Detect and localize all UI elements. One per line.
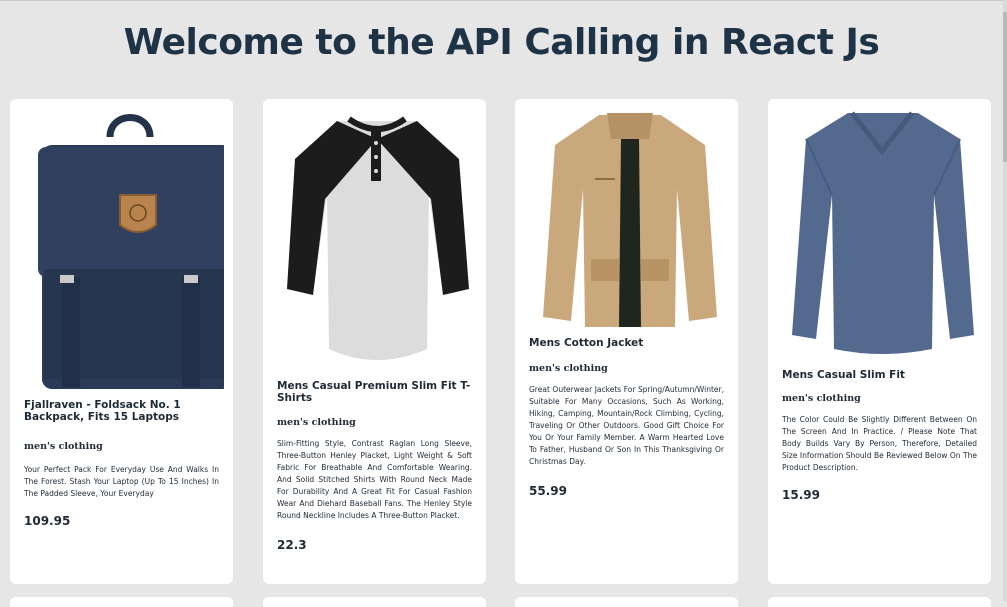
product-category: men's clothing [782,393,861,404]
product-card-next-row[interactable] [768,597,991,607]
scrollbar-thumb[interactable] [1003,12,1007,162]
product-description: Great Outerwear Jackets For Spring/Autum… [529,385,724,466]
product-description: The Color Could Be Slightly Different Be… [782,415,977,472]
product-card[interactable]: Mens Casual Premium Slim Fit T-Shirts me… [263,99,486,584]
product-card[interactable]: Fjallraven - Foldsack No. 1 Backpack, Fi… [10,99,233,584]
product-image-slim-fit-shirt [792,111,974,354]
product-card-next-row[interactable] [515,597,738,607]
product-price: 109.95 [24,514,71,528]
product-price: 22.3 [277,538,307,552]
product-image-backpack [38,114,224,389]
product-card-next-row[interactable] [263,597,486,607]
product-category: men's clothing [24,441,103,452]
product-title: Fjallraven - Foldsack No. 1 Backpack, Fi… [24,399,181,423]
product-price: 55.99 [529,484,567,498]
product-category: men's clothing [529,363,608,374]
product-category: men's clothing [277,417,356,428]
product-description: Slim-Fitting Style, Contrast Raglan Long… [277,439,472,520]
product-image-raglan-shirt [287,116,469,360]
product-title: Mens Casual Slim Fit [782,369,905,381]
product-card[interactable]: Mens Casual Slim Fit men's clothing The … [768,99,991,584]
product-card-next-row[interactable] [10,597,233,607]
product-title: Mens Cotton Jacket [529,337,644,349]
product-card[interactable]: Mens Cotton Jacket men's clothing Great … [515,99,738,584]
product-image-cotton-jacket [543,113,717,327]
product-description: Your Perfect Pack For Everyday Use And W… [24,465,219,498]
product-title: Mens Casual Premium Slim Fit T-Shirts [277,380,471,404]
page-title: Welcome to the API Calling in React Js [123,22,880,63]
page-top-border [0,0,1007,1]
product-price: 15.99 [782,488,820,502]
vertical-scrollbar[interactable] [1003,0,1007,601]
